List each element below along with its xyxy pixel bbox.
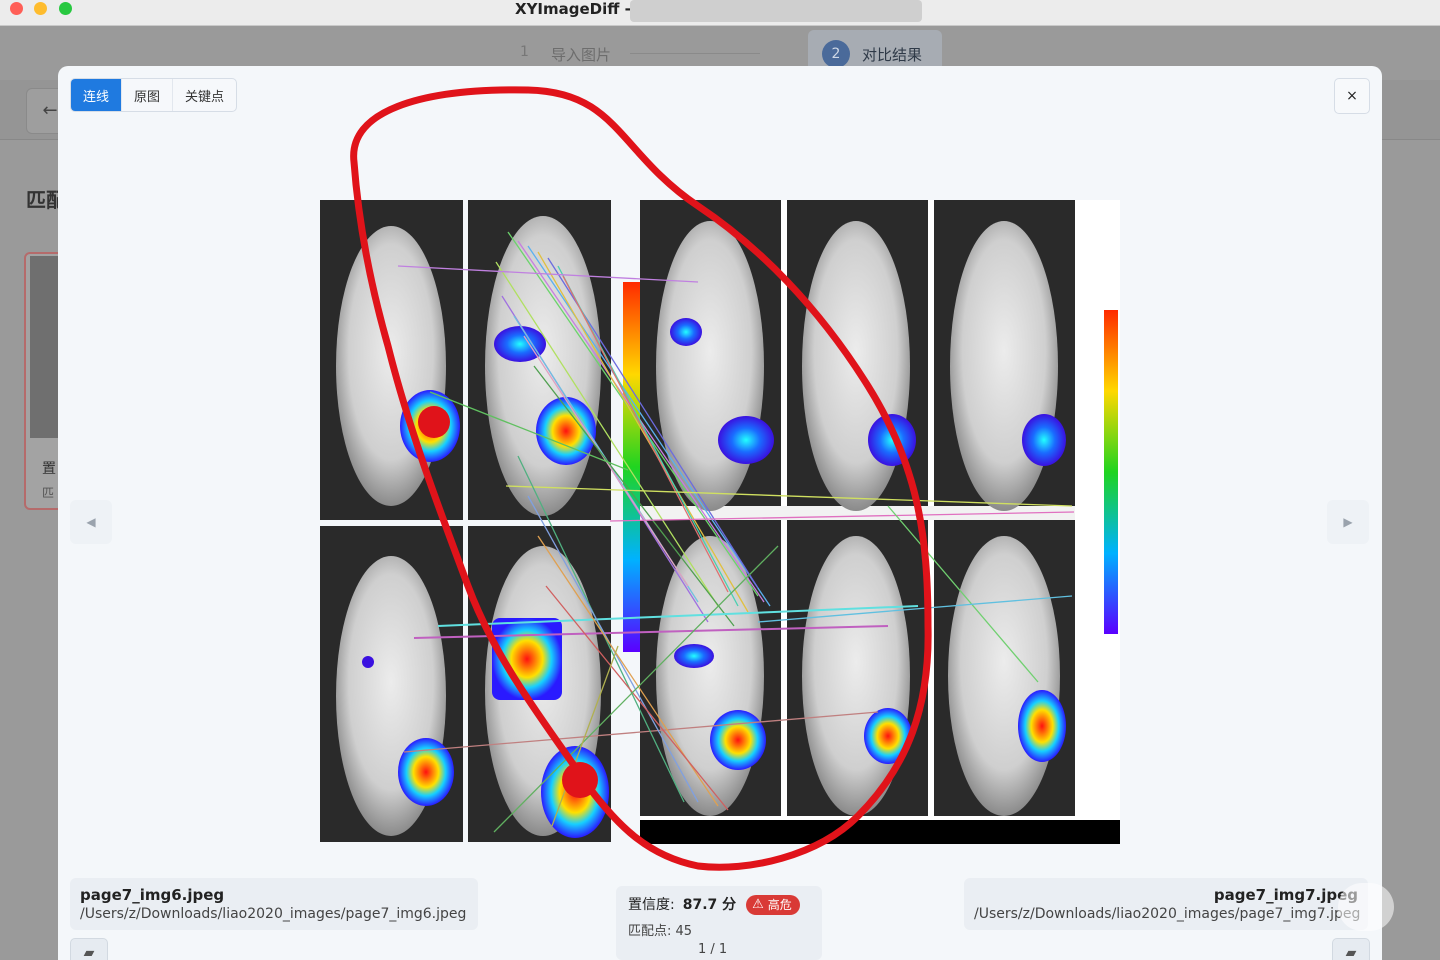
right-color-scale bbox=[1104, 310, 1118, 634]
right-image-info: page7_img7.jpeg /Users/z/Downloads/liao2… bbox=[964, 878, 1368, 930]
right-image-black-band bbox=[640, 820, 1120, 844]
step-2-number: 2 bbox=[822, 40, 850, 68]
background-thumbnail bbox=[30, 256, 60, 438]
left-filename: page7_img6.jpeg bbox=[80, 886, 225, 904]
window-close-button[interactable] bbox=[10, 2, 23, 15]
signal-blob bbox=[674, 644, 714, 668]
background-card-label: 置 bbox=[42, 461, 56, 477]
redacted-title-region bbox=[630, 0, 922, 22]
signal-blob bbox=[710, 710, 766, 770]
compare-modal: 连线 原图 关键点 × ◀ ▶ page7_img6.jpeg /Users/z… bbox=[58, 66, 1382, 960]
mouse-body bbox=[950, 221, 1058, 511]
signal-blob bbox=[1022, 414, 1066, 466]
step-1-label: 导入图片 bbox=[551, 46, 612, 64]
risk-badge: ⚠ 高危 bbox=[746, 895, 800, 915]
window-title: XYImageDiff - bbox=[515, 0, 631, 18]
open-folder-left-button[interactable]: ▰ bbox=[70, 938, 108, 960]
step-1-number: 1 bbox=[520, 44, 529, 60]
red-annotation-dot bbox=[418, 406, 450, 438]
confidence-value: 87.7 分 bbox=[682, 897, 737, 913]
mouse-body bbox=[948, 536, 1060, 816]
window-titlebar: XYImageDiff - bbox=[0, 0, 1440, 26]
match-visualization bbox=[320, 86, 1120, 871]
confidence-label: 置信度: bbox=[628, 897, 675, 913]
right-image bbox=[640, 200, 1120, 844]
red-annotation-dot bbox=[562, 762, 598, 798]
step-connector bbox=[630, 53, 760, 54]
step-2-label: 对比结果 bbox=[862, 46, 923, 64]
signal-blob bbox=[362, 656, 374, 668]
warning-triangle-icon: ⚠ bbox=[752, 897, 764, 912]
window-minimize-button[interactable] bbox=[34, 2, 47, 15]
signal-blob bbox=[1018, 690, 1066, 762]
window-zoom-button[interactable] bbox=[59, 2, 72, 15]
signal-blob bbox=[670, 318, 702, 346]
left-color-scale bbox=[623, 282, 641, 652]
folder-icon: ▰ bbox=[1345, 945, 1357, 960]
match-count: 匹配点: 45 bbox=[628, 924, 693, 939]
risk-label: 高危 bbox=[767, 898, 792, 912]
right-filename: page7_img7.jpeg bbox=[1213, 886, 1358, 904]
floating-ghost-button bbox=[1338, 883, 1394, 931]
left-filepath: /Users/z/Downloads/liao2020_images/page7… bbox=[80, 906, 467, 922]
signal-blob bbox=[868, 414, 916, 466]
right-filepath: /Users/z/Downloads/liao2020_images/page7… bbox=[974, 906, 1361, 922]
pager: 1 / 1 bbox=[698, 942, 728, 957]
folder-icon: ▰ bbox=[83, 945, 95, 960]
open-folder-right-button[interactable]: ▰ bbox=[1332, 938, 1370, 960]
background-card-sub: 匹 bbox=[42, 486, 55, 500]
left-image-info: page7_img6.jpeg /Users/z/Downloads/liao2… bbox=[70, 878, 478, 930]
signal-blob bbox=[718, 416, 774, 464]
